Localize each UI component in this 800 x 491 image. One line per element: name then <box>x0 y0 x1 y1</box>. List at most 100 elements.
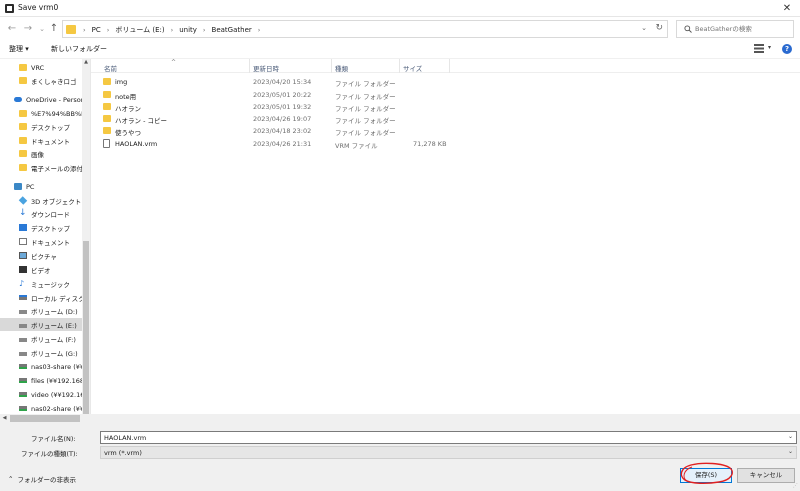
column-separator[interactable] <box>399 59 400 73</box>
nav-item[interactable]: video (¥¥192.168.1 <box>0 388 82 401</box>
nav-item[interactable]: ボリューム (D:) <box>0 304 82 317</box>
recent-locations-icon[interactable]: ⌄ <box>36 22 48 36</box>
nav-item[interactable]: ↓ ダウンロード <box>0 207 82 220</box>
up-icon[interactable]: ↑ <box>48 22 60 36</box>
list-item[interactable]: img 2023/04/20 15:34 ファイル フォルダー <box>101 76 461 88</box>
chevron-down-icon[interactable]: ⌄ <box>641 24 647 32</box>
address-bar[interactable]: › PC › ボリューム (E:) › unity › BeatGather ›… <box>62 20 668 38</box>
nav-item[interactable]: ボリューム (F:) <box>0 332 82 345</box>
sort-ascending-icon: ^ <box>171 59 177 66</box>
nav-item-selected[interactable]: ボリューム (E:) <box>0 318 82 331</box>
file-name: 使うやつ <box>115 129 141 137</box>
list-item[interactable]: 使うやつ 2023/04/18 23:02 ファイル フォルダー <box>101 125 461 137</box>
list-item[interactable]: ハオラン - コピー 2023/04/26 19:07 ファイル フォルダー <box>101 113 461 125</box>
list-item[interactable]: note用 2023/05/01 20:22 ファイル フォルダー <box>101 89 461 101</box>
nav-item-label: ダウンロード <box>31 210 70 219</box>
organize-button[interactable]: 整理 ▾ <box>9 44 29 54</box>
column-headers: ^ 名前 更新日時 種類 サイズ <box>91 59 800 73</box>
chevron-right-icon[interactable]: › <box>83 26 86 34</box>
nav-item[interactable]: ローカル ディスク (C:) <box>0 291 82 304</box>
nav-item-label: ボリューム (D:) <box>31 307 78 316</box>
file-icon <box>103 139 110 148</box>
search-box[interactable] <box>676 20 794 38</box>
column-size[interactable]: サイズ <box>403 63 422 73</box>
search-input[interactable] <box>695 23 791 35</box>
nav-item[interactable]: files (¥¥192.168.1 <box>0 374 82 387</box>
refresh-icon[interactable]: ↻ <box>655 23 663 33</box>
column-type[interactable]: 種類 <box>335 63 348 73</box>
nav-item-label: ビデオ <box>31 266 51 275</box>
breadcrumb-item[interactable]: unity <box>179 26 197 34</box>
scrollbar-thumb[interactable] <box>10 415 80 422</box>
scrollbar-thumb[interactable] <box>83 241 89 416</box>
scroll-up-icon[interactable]: ▲ <box>82 59 90 67</box>
nav-item[interactable]: %E7%94%BB%E5%83%8F <box>0 107 82 120</box>
nav-item-label: 画像 <box>31 150 44 159</box>
filename-field[interactable]: HAOLAN.vrm ⌄ <box>100 431 797 444</box>
breadcrumb-item[interactable]: BeatGather <box>212 26 252 34</box>
nav-item[interactable]: ピクチャ <box>0 249 82 262</box>
list-item[interactable]: HAOLAN.vrm 2023/04/26 21:31 VRM ファイル 71,… <box>101 138 461 150</box>
column-separator[interactable] <box>449 59 450 73</box>
close-icon[interactable]: ✕ <box>776 1 798 16</box>
chevron-right-icon[interactable]: › <box>107 26 110 34</box>
nav-item-label: 電子メールの添付ファイル <box>31 164 82 173</box>
nav-item[interactable]: 電子メールの添付ファイル <box>0 161 82 174</box>
resize-grip-icon[interactable]: ⋰ <box>793 483 798 489</box>
document-icon <box>19 238 27 245</box>
column-date[interactable]: 更新日時 <box>253 63 279 73</box>
scroll-left-icon[interactable]: ◀ <box>0 414 9 423</box>
filename-label: ファイル名(N): <box>31 435 76 443</box>
view-options-icon[interactable] <box>754 44 764 53</box>
video-icon <box>19 266 27 273</box>
chevron-right-icon[interactable]: › <box>203 26 206 34</box>
column-separator[interactable] <box>331 59 332 73</box>
save-button[interactable]: 保存(S) <box>680 468 732 483</box>
filetype-label: ファイルの種類(T): <box>21 450 78 458</box>
view-dropdown-icon[interactable]: ▾ <box>768 44 771 51</box>
nav-item[interactable]: VRC <box>0 61 82 74</box>
nav-item[interactable]: ドキュメント <box>0 134 82 147</box>
folder-icon <box>19 110 27 117</box>
forward-icon[interactable]: → <box>22 22 34 36</box>
nav-item-label: nas03-share (¥¥192.168.1 <box>31 362 82 371</box>
file-name: ハオラン - コピー <box>115 117 167 125</box>
cancel-button[interactable]: キャンセル <box>737 468 795 483</box>
back-icon[interactable]: ← <box>6 22 18 36</box>
nav-item[interactable]: ビデオ <box>0 263 82 276</box>
filetype-select[interactable]: vrm (*.vrm) ⌄ <box>100 446 797 459</box>
nav-item[interactable]: まくしゃきロゴ <box>0 74 82 87</box>
nav-item-label: %E7%94%BB%E5%83%8F <box>31 109 82 118</box>
new-folder-button[interactable]: 新しいフォルダー <box>51 44 107 54</box>
nav-scrollbar[interactable]: ▲ ▼ <box>82 59 90 423</box>
cloud-icon <box>14 97 22 102</box>
list-item[interactable]: ハオラン 2023/05/01 19:32 ファイル フォルダー <box>101 101 461 113</box>
nav-horizontal-scrollbar[interactable]: ◀ <box>0 414 800 423</box>
breadcrumb-item[interactable]: ボリューム (E:) <box>115 25 164 35</box>
breadcrumb-item[interactable]: PC <box>92 26 101 34</box>
chevron-down-icon[interactable]: ⌄ <box>788 433 793 440</box>
help-icon[interactable]: ? <box>782 44 792 54</box>
nav-item-pc[interactable]: PC <box>0 180 82 193</box>
nav-item[interactable]: ドキュメント <box>0 235 82 248</box>
nav-item-label: ボリューム (G:) <box>31 349 78 358</box>
file-date: 2023/05/01 20:22 <box>253 91 312 99</box>
drive-icon <box>19 310 27 314</box>
nav-item[interactable]: デスクトップ <box>0 221 82 234</box>
chevron-right-icon[interactable]: › <box>258 26 261 34</box>
column-separator[interactable] <box>249 59 250 73</box>
nav-item[interactable]: 3D オブジェクト <box>0 194 82 207</box>
nav-item[interactable]: ボリューム (G:) <box>0 346 82 359</box>
nav-item[interactable]: デスクトップ <box>0 120 82 133</box>
nav-item-onedrive[interactable]: OneDrive - Personal <box>0 93 82 106</box>
column-name[interactable]: 名前 <box>104 63 117 73</box>
folder-icon <box>103 103 111 110</box>
nav-item[interactable]: ♪ ミュージック <box>0 277 82 290</box>
hide-folders-toggle[interactable]: ⌃ フォルダーの非表示 <box>8 474 76 484</box>
chevron-down-icon[interactable]: ⌄ <box>788 448 793 455</box>
nav-item-label: PC <box>26 182 35 191</box>
chevron-right-icon[interactable]: › <box>171 26 174 34</box>
nav-item[interactable]: nas03-share (¥¥192.168.1 <box>0 360 82 373</box>
pictures-icon <box>19 252 27 259</box>
nav-item[interactable]: 画像 <box>0 147 82 160</box>
